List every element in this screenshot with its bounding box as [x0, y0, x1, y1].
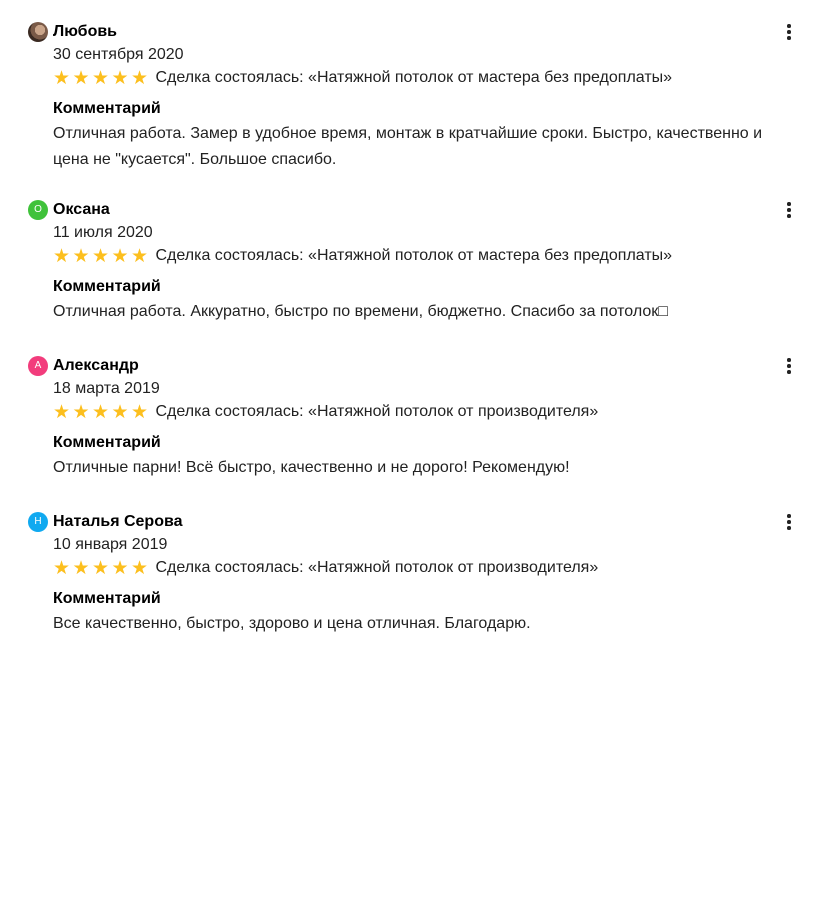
star-icon: ★ — [131, 245, 149, 267]
avatar: Н — [28, 512, 48, 532]
avatar: О — [28, 200, 48, 220]
author-name[interactable]: Наталья Серова — [53, 512, 183, 532]
dot-icon — [787, 30, 791, 34]
avatar — [28, 22, 48, 42]
rating-row: ★ ★ ★ ★ ★ Сделка состоялась: «Натяжной потол… — [53, 68, 672, 88]
comment-heading: Комментарий — [53, 100, 161, 117]
comment-text: Отличные парни! Всё быстро, качественно … — [53, 459, 570, 476]
review-date: 11 июля 2020 — [53, 224, 153, 241]
review-date: 10 января 2019 — [53, 536, 168, 553]
review-item: О Оксана 11 июля 2020 ★ ★ ★ ★ ★ Сделка состо… — [0, 178, 820, 328]
more-options-button[interactable] — [780, 512, 798, 532]
star-icon: ★ — [53, 557, 71, 579]
dot-icon — [787, 36, 791, 40]
star-icon: ★ — [72, 245, 90, 267]
author-name[interactable]: Любовь — [53, 22, 117, 42]
deal-text: Сделка состоялась: «Натяжной потолок от … — [155, 247, 673, 264]
star-icon: ★ — [111, 245, 129, 267]
deal-text: Сделка состоялась: «Натяжной потолок от … — [155, 69, 673, 86]
dot-icon — [787, 24, 791, 28]
dot-icon — [787, 202, 791, 206]
review-item: А Александр 18 марта 2019 ★ ★ ★ ★ ★ Сделка с… — [0, 334, 820, 484]
star-icon: ★ — [53, 245, 71, 267]
more-options-button[interactable] — [780, 22, 798, 42]
rating-row: ★ ★ ★ ★ ★ Сделка состоялась: «Натяжной потол… — [53, 402, 598, 422]
review-item: Н Наталья Серова 10 января 2019 ★ ★ ★ ★ ★ Сд… — [0, 490, 820, 640]
deal-text: Сделка состоялась: «Натяжной потолок от … — [155, 403, 599, 420]
star-icon: ★ — [53, 67, 71, 89]
dot-icon — [787, 358, 791, 362]
more-options-button[interactable] — [780, 356, 798, 376]
dot-icon — [787, 526, 791, 530]
dot-icon — [787, 214, 791, 218]
star-icon: ★ — [111, 401, 129, 423]
comment-text: Все качественно, быстро, здорово и цена … — [53, 615, 531, 632]
author-name[interactable]: Оксана — [53, 200, 110, 220]
dot-icon — [787, 514, 791, 518]
star-icon: ★ — [131, 401, 149, 423]
dot-icon — [787, 208, 791, 212]
comment-heading: Комментарий — [53, 278, 161, 295]
rating-row: ★ ★ ★ ★ ★ Сделка состоялась: «Натяжной потол… — [53, 246, 672, 266]
reviews-list: Любовь 30 сентября 2020 ★ ★ ★ ★ ★ Сделка сос… — [0, 0, 820, 911]
dot-icon — [787, 370, 791, 374]
star-rating: ★ ★ ★ ★ ★ — [53, 402, 151, 422]
review-item: Любовь 30 сентября 2020 ★ ★ ★ ★ ★ Сделка сос… — [0, 0, 820, 168]
avatar: А — [28, 356, 48, 376]
star-icon: ★ — [111, 557, 129, 579]
deal-text: Сделка состоялась: «Натяжной потолок от … — [155, 559, 599, 576]
review-date: 30 сентября 2020 — [53, 46, 184, 63]
star-rating: ★ ★ ★ ★ ★ — [53, 68, 151, 88]
author-name[interactable]: Александр — [53, 356, 139, 376]
star-icon: ★ — [131, 557, 149, 579]
comment-text: Отличная работа. Аккуратно, быстро по вр… — [53, 303, 668, 320]
star-rating: ★ ★ ★ ★ ★ — [53, 558, 151, 578]
comment-heading: Комментарий — [53, 434, 161, 451]
review-date: 18 марта 2019 — [53, 380, 160, 397]
dot-icon — [787, 364, 791, 368]
star-icon: ★ — [111, 67, 129, 89]
star-icon: ★ — [92, 245, 110, 267]
comment-heading: Комментарий — [53, 590, 161, 607]
more-options-button[interactable] — [780, 200, 798, 220]
star-icon: ★ — [72, 401, 90, 423]
rating-row: ★ ★ ★ ★ ★ Сделка состоялась: «Натяжной потол… — [53, 558, 598, 578]
star-icon: ★ — [53, 401, 71, 423]
star-icon: ★ — [92, 401, 110, 423]
star-icon: ★ — [92, 557, 110, 579]
star-icon: ★ — [131, 67, 149, 89]
star-icon: ★ — [72, 67, 90, 89]
star-icon: ★ — [72, 557, 90, 579]
comment-text: Отличная работа. Замер в удобное время, … — [53, 125, 763, 168]
dot-icon — [787, 520, 791, 524]
star-rating: ★ ★ ★ ★ ★ — [53, 246, 151, 266]
star-icon: ★ — [92, 67, 110, 89]
